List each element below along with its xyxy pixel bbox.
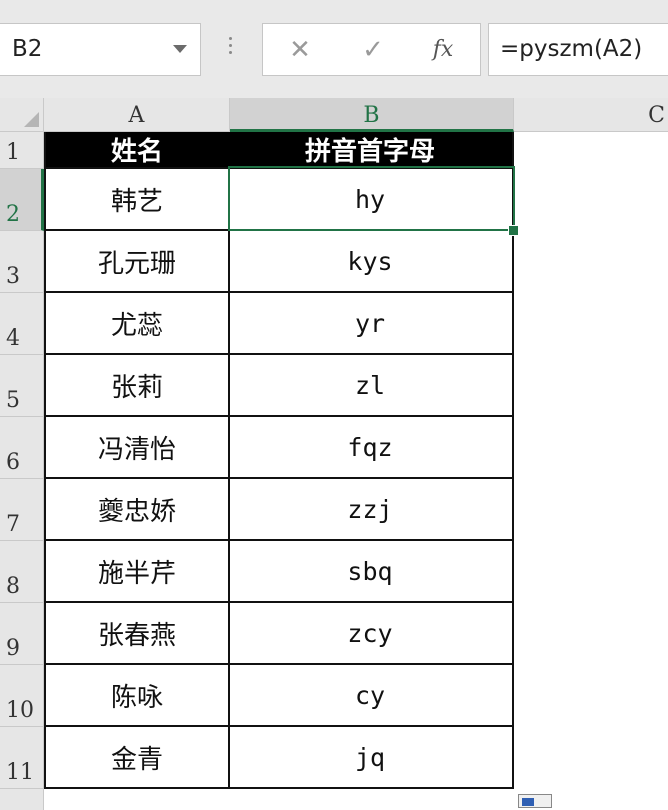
cell-a2[interactable]: 韩艺 <box>44 169 230 231</box>
cell-b10[interactable]: cy <box>228 665 514 727</box>
cell-a10[interactable]: 陈咏 <box>44 665 230 727</box>
column-header-c[interactable]: C <box>514 98 668 132</box>
cell-a11[interactable]: 金青 <box>44 727 230 789</box>
row-header-5[interactable]: 5 <box>0 355 44 417</box>
row-header-2[interactable]: 2 <box>0 169 44 231</box>
cell-a1[interactable]: 姓名 <box>44 132 230 169</box>
row-header-10[interactable]: 10 <box>0 665 44 727</box>
column-header-b[interactable]: B <box>230 98 514 132</box>
cell-a8[interactable]: 施半芹 <box>44 541 230 603</box>
cell-b4[interactable]: yr <box>228 293 514 355</box>
formula-input[interactable]: =pyszm(A2) <box>488 23 668 76</box>
name-box-value: B2 <box>12 36 43 62</box>
formula-buttons: ✕ ✓ fx <box>262 23 481 76</box>
cell-a3[interactable]: 孔元珊 <box>44 231 230 293</box>
cancel-icon[interactable]: ✕ <box>280 32 320 68</box>
formula-text: =pyszm(A2) <box>500 36 643 62</box>
cell-a4[interactable]: 尤蕊 <box>44 293 230 355</box>
row-header-4[interactable]: 4 <box>0 293 44 355</box>
row-header-12[interactable] <box>0 789 44 810</box>
cell-b7[interactable]: zzj <box>228 479 514 541</box>
row-header-9[interactable]: 9 <box>0 603 44 665</box>
header-pinyin: 拼音首字母 <box>304 137 435 167</box>
cell-b5[interactable]: zl <box>228 355 514 417</box>
select-all-button[interactable] <box>0 98 44 132</box>
select-all-icon <box>24 112 39 127</box>
cell-a9[interactable]: 张春燕 <box>44 603 230 665</box>
cell-a6[interactable]: 冯清怡 <box>44 417 230 479</box>
row-header-1[interactable]: 1 <box>0 132 44 169</box>
row-header-11[interactable]: 11 <box>0 727 44 789</box>
column-header-a[interactable]: A <box>44 98 230 132</box>
quick-analysis-icon[interactable] <box>518 794 552 808</box>
spreadsheet-grid: A B C 1 2 3 4 5 6 7 8 9 10 11 姓名 拼音首字母 韩… <box>0 98 668 810</box>
fill-handle[interactable] <box>508 225 519 236</box>
name-box[interactable]: B2 <box>0 23 201 76</box>
drag-handle-icon[interactable] <box>229 37 233 58</box>
row-header-3[interactable]: 3 <box>0 231 44 293</box>
cell-b2[interactable]: hy <box>228 169 514 231</box>
chevron-down-icon[interactable] <box>173 45 187 53</box>
cell-a7[interactable]: 夔忠娇 <box>44 479 230 541</box>
cell-b1[interactable]: 拼音首字母 <box>228 132 514 169</box>
insert-function-icon[interactable]: fx <box>423 32 463 68</box>
cell-b8[interactable]: sbq <box>228 541 514 603</box>
formula-bar-area: B2 ✕ ✓ fx =pyszm(A2) <box>0 0 668 98</box>
cell-b6[interactable]: fqz <box>228 417 514 479</box>
row-header-8[interactable]: 8 <box>0 541 44 603</box>
cell-b11[interactable]: jq <box>228 727 514 789</box>
enter-icon[interactable]: ✓ <box>353 32 393 68</box>
row-header-6[interactable]: 6 <box>0 417 44 479</box>
header-name: 姓名 <box>110 137 163 167</box>
cell-b3[interactable]: kys <box>228 231 514 293</box>
cell-a5[interactable]: 张莉 <box>44 355 230 417</box>
row-header-7[interactable]: 7 <box>0 479 44 541</box>
cell-b9[interactable]: zcy <box>228 603 514 665</box>
